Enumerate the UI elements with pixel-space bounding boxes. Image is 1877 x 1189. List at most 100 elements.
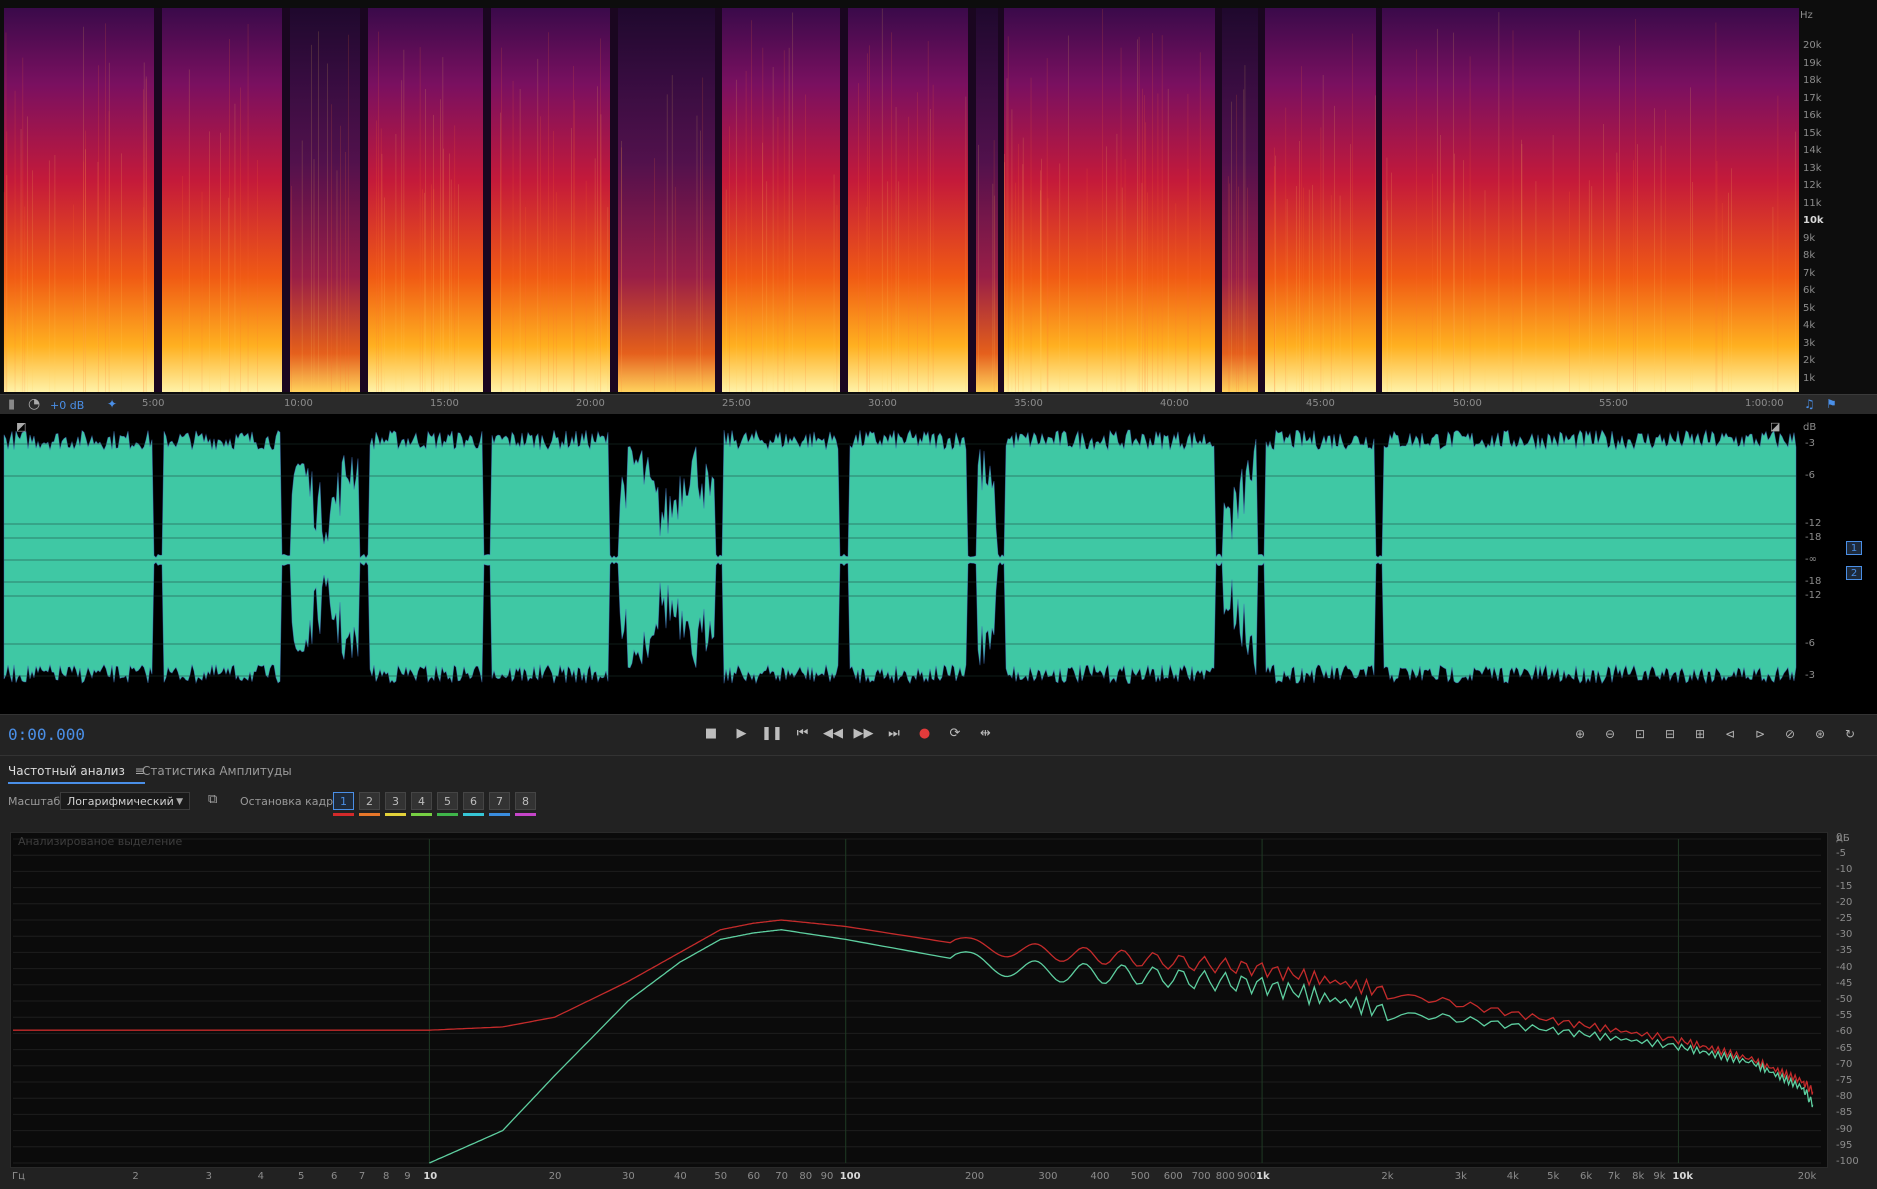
spectrogram-gap: [715, 8, 722, 392]
graph-x-tick: 6: [330, 1171, 338, 1182]
rewind-button[interactable]: ◀◀: [822, 723, 844, 745]
marker-icon[interactable]: ⚑: [1826, 397, 1837, 411]
record-icon: ●: [918, 726, 931, 741]
frequency-graph[interactable]: [10, 832, 1828, 1168]
graph-x-tick: 200: [965, 1171, 985, 1182]
waveform-db-axis: -3 -6 -12 -18 -∞ -18 -12 -6 -3: [1800, 414, 1840, 714]
graph-x-tick: 700: [1191, 1171, 1211, 1182]
timeline-tick: 15:00: [430, 398, 459, 409]
freeze-frame-3-button[interactable]: 3: [385, 792, 406, 810]
spectrogram-gap: [610, 8, 618, 392]
waveform-db-tick: -6: [1805, 470, 1815, 481]
freeze-frame-4-button[interactable]: 4: [411, 792, 432, 810]
freeze-frame-1-button[interactable]: 1: [333, 792, 354, 810]
graph-y-tick: -5: [1836, 848, 1846, 860]
timeline-tick: 55:00: [1599, 398, 1628, 409]
loop-button[interactable]: ⟳: [944, 723, 966, 745]
graph-x-tick: 20k: [1797, 1171, 1817, 1182]
pause-button[interactable]: ❚❚: [761, 723, 783, 745]
freeze-frame-7-button[interactable]: 7: [489, 792, 510, 810]
freeze-frame-5-button[interactable]: 5: [437, 792, 458, 810]
zoom-out-full-icon[interactable]: ⊟: [1658, 723, 1682, 745]
graph-x-tick: 600: [1163, 1171, 1183, 1182]
stop-button[interactable]: ■: [700, 723, 722, 745]
graph-x-tick: 900: [1237, 1171, 1257, 1182]
headphones-icon[interactable]: ♫: [1804, 397, 1815, 411]
go-to-end-button[interactable]: ⏭: [883, 723, 905, 745]
chevron-down-icon: ▼: [176, 797, 183, 807]
spectrogram-quiet-region: [612, 8, 720, 392]
graph-y-tick: -50: [1836, 994, 1853, 1005]
spectrogram-gap: [360, 8, 368, 392]
go-to-start-button[interactable]: ⏮: [792, 723, 814, 745]
spectrogram-quiet-region: [972, 8, 1000, 392]
graph-x-tick: 9: [404, 1171, 411, 1182]
timeline-tick: 1:00:00: [1745, 398, 1784, 409]
graph-x-tick: 7k: [1607, 1171, 1621, 1182]
spectrogram-freq-tick: 19k: [1803, 57, 1822, 69]
graph-x-tick: 50: [714, 1171, 728, 1182]
zoom-corner-left-icon[interactable]: ◩: [16, 420, 26, 433]
spectrogram-freq-tick: 4k: [1803, 320, 1816, 331]
timeline-ruler[interactable]: ▮ ◔ +0 dB ✦ 5:00 10:00 15:00 20:00 25:00 30:0…: [0, 394, 1877, 416]
spectrogram-freq-tick: 9k: [1803, 232, 1816, 244]
zoom-in-left-icon[interactable]: ⊲: [1718, 723, 1742, 745]
graph-x-tick: 1k: [1256, 1171, 1270, 1182]
timeline-tick: 40:00: [1160, 398, 1189, 409]
zoom-out-time-icon[interactable]: ⊘: [1778, 723, 1802, 745]
spectrogram-gap: [483, 8, 491, 392]
graph-hz-unit: Гц: [12, 1171, 25, 1182]
tab-frequency-analysis[interactable]: Частотный анализ ≡: [8, 764, 145, 784]
spectrogram-frequency-axis: 20k 19k 18k 17k 16k 15k 14k 13k 12k 11k 10k 9k 8k 7k 6…: [1800, 0, 1870, 394]
waveform-view[interactable]: ◩ ◪ dB -3 -6 -12 -18 -∞ -18 -12 -6 -3 1 2: [0, 414, 1877, 714]
graph-x-tick: 90: [820, 1171, 834, 1182]
zoom-in-time-icon[interactable]: ⊞: [1688, 723, 1712, 745]
graph-y-tick: -65: [1836, 1042, 1853, 1054]
channel-1-toggle[interactable]: 1: [1846, 541, 1862, 555]
channel-2-toggle[interactable]: 2: [1846, 566, 1862, 580]
waveform-db-tick: -12: [1805, 518, 1822, 529]
frequency-series-2: [429, 929, 1814, 1164]
spectrogram-canvas[interactable]: [0, 0, 1877, 394]
fast-forward-icon: ▶▶: [853, 726, 874, 741]
freeze-frame-label: Остановка кадра:: [240, 795, 344, 808]
zoom-in-right-icon[interactable]: ⊳: [1748, 723, 1772, 745]
graph-y-tick: -95: [1836, 1139, 1853, 1151]
graph-y-tick: -35: [1836, 945, 1853, 957]
tab-amplitude-statistics[interactable]: Статистика Амплитуды: [142, 764, 292, 778]
waveform-canvas[interactable]: [0, 414, 1877, 714]
skip-selection-button[interactable]: ⇹: [975, 723, 997, 745]
zoom-history-icon[interactable]: ↻: [1838, 723, 1862, 745]
analyzed-selection-label: Анализированое выделение: [18, 835, 183, 848]
waveform-db-tick: -3: [1805, 670, 1815, 681]
graph-x-tick: 300: [1038, 1171, 1058, 1182]
graph-x-tick: 4: [257, 1171, 265, 1182]
graph-x-tick: 40: [674, 1171, 687, 1182]
fast-forward-button[interactable]: ▶▶: [853, 723, 875, 745]
spectrogram-view[interactable]: Hz 20k 19k 18k 17k 16k 15k 14k 13k 12k 11k 10k 9k 8k…: [0, 0, 1877, 394]
spectrogram-gap: [1258, 8, 1265, 392]
graph-y-tick: -70: [1836, 1058, 1853, 1070]
graph-x-tick: 80: [799, 1171, 813, 1182]
freeze-icon[interactable]: ⧉: [208, 792, 217, 807]
zoom-to-selection-icon[interactable]: ⊡: [1628, 723, 1652, 745]
current-time-display[interactable]: 0:00.000: [8, 725, 85, 744]
spectrogram-freq-tick: 20k: [1803, 40, 1822, 51]
record-button[interactable]: ●: [914, 723, 936, 745]
spectrogram-freq-tick: 12k: [1803, 180, 1822, 191]
timeline-tick: 20:00: [576, 398, 605, 409]
freeze-frame-6-button[interactable]: 6: [463, 792, 484, 810]
freeze-frame-2-button[interactable]: 2: [359, 792, 380, 810]
graph-x-tick: 400: [1090, 1171, 1110, 1182]
spectrogram-body: [4, 8, 1799, 392]
waveform-db-tick: -6: [1805, 638, 1815, 649]
zoom-in-amplitude-icon[interactable]: ⊕: [1568, 723, 1592, 745]
zoom-full-icon[interactable]: ⊛: [1808, 723, 1832, 745]
freeze-frame-8-button[interactable]: 8: [515, 792, 536, 810]
loop-icon: ⟳: [949, 726, 961, 741]
zoom-out-amplitude-icon[interactable]: ⊖: [1598, 723, 1622, 745]
zoom-corner-right-icon[interactable]: ◪: [1770, 420, 1780, 433]
graph-x-tick: 5: [298, 1171, 305, 1182]
play-button[interactable]: ▶: [731, 723, 753, 745]
scale-select[interactable]: Логарифмический ▼: [60, 792, 190, 810]
